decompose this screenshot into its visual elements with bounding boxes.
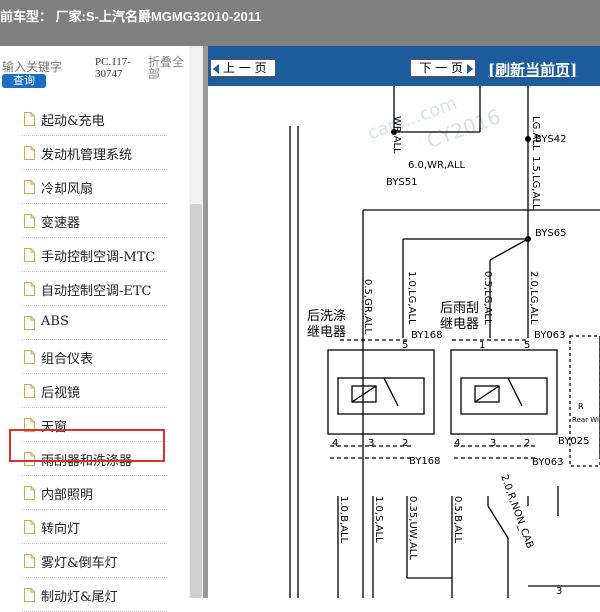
collapse-all-link[interactable]: 折叠全部	[148, 56, 192, 80]
tree-item[interactable]: 手动控制空调-MTC	[22, 238, 167, 272]
label-0-5-b: 0.5,B,ALL	[452, 496, 463, 544]
label-pin-3c: 3	[556, 586, 562, 597]
label-1-0-s: 1.0,S,ALL	[373, 496, 384, 543]
tree-scrollbar[interactable]	[189, 46, 203, 598]
label-pin-2a: 2	[402, 438, 408, 449]
tree-item[interactable]: 后视镜	[22, 374, 167, 408]
tree-item-label: 组合仪表	[41, 352, 94, 367]
tree-item-label: 起动&充电	[41, 114, 105, 129]
tree-item[interactable]: 制动灯&尾灯	[22, 578, 167, 612]
label-by025: BY025	[558, 436, 590, 447]
tree-item[interactable]: 发动机管理系统	[22, 136, 167, 170]
label-1-0-lg: 1.0,LG,ALL	[406, 271, 417, 325]
diagram-labels: WR.ALL 6.0,WR,ALL BYS51 LG.ALL BYS42 1.5…	[307, 116, 600, 597]
tree-item[interactable]: 组合仪表	[22, 340, 167, 374]
label-rear-washer-relay-1: 后洗涤	[307, 309, 346, 324]
label-wr-all: WR.ALL	[391, 116, 402, 154]
label-by168-bottom: BY168	[409, 456, 441, 467]
vehicle-title: 前车型： 厂家:S-上汽名爵MGMG32010-2011	[0, 9, 262, 24]
tree-item[interactable]: 自动控制空调-ETC	[22, 272, 167, 306]
label-6-0-wr: 6.0,WR,ALL	[408, 160, 466, 171]
prev-page-label: 上 一 页	[223, 61, 267, 75]
label-by063-bottom: BY063	[532, 457, 564, 468]
label-2-0-lg: 2.0,LG,ALL	[528, 271, 539, 325]
tree-item[interactable]: 变速器	[22, 204, 167, 238]
document-icon	[24, 554, 35, 568]
label-pin-3b: 3	[490, 438, 496, 449]
tree-item-label: 内部照明	[41, 488, 94, 503]
label-0-5-gr: 0.5,GR,ALL	[362, 279, 373, 334]
tree-item-label: 转向灯	[41, 522, 81, 537]
document-icon	[24, 112, 35, 126]
pc-code: PC.117- 30747	[95, 56, 131, 80]
document-icon	[24, 146, 35, 160]
label-rear-wiper: Rear Wip	[572, 416, 600, 424]
tree-item[interactable]: 内部照明	[22, 476, 167, 510]
label-bys42: BYS42	[535, 134, 567, 145]
tree-item-label: 雾灯&倒车灯	[41, 556, 118, 571]
document-icon	[24, 180, 35, 194]
prev-page-button[interactable]: 上 一 页	[210, 59, 276, 77]
label-rear-washer-relay-2: 继电器	[307, 325, 346, 340]
document-icon	[24, 588, 35, 602]
document-icon	[24, 214, 35, 228]
label-by063-top: BY063	[534, 330, 566, 341]
diagram-panel: 上 一 页 下 一 页 [刷新当前页] cars...com CY2016 WR…	[208, 46, 600, 598]
label-pin-3a: 3	[368, 438, 374, 449]
label-0-5-lg: 0.5,LG,ALL	[482, 271, 493, 325]
document-icon	[24, 350, 35, 364]
tree-item[interactable]: ABS	[22, 306, 167, 340]
tree-item-label: ABS	[41, 314, 69, 329]
pc-code-line1: PC.117-	[95, 56, 131, 68]
tree-item-label: 冷却风扇	[41, 182, 94, 197]
selected-item-highlight	[9, 429, 165, 462]
tree-item-label: 发动机管理系统	[41, 148, 133, 163]
tree-item[interactable]: 冷却风扇	[22, 170, 167, 204]
left-panel: 查询 PC.117- 30747 折叠全部 起动&充电发动机管理系统冷却风扇变速…	[0, 46, 203, 612]
label-0-35-uw: 0.35,UW,ALL	[407, 496, 418, 560]
refresh-page-link[interactable]: [刷新当前页]	[488, 59, 577, 80]
label-rear-wiper-relay-1: 后雨刮	[440, 301, 479, 316]
tree-item[interactable]: 雾灯&倒车灯	[22, 544, 167, 578]
search-button[interactable]: 查询	[2, 74, 46, 88]
tree-item-label: 制动灯&尾灯	[41, 590, 118, 605]
document-icon	[24, 486, 35, 500]
label-r: R	[578, 402, 584, 411]
document-icon	[24, 282, 35, 296]
tree-item[interactable]: 起动&充电	[22, 102, 167, 136]
right-arrow-icon	[467, 63, 473, 74]
label-rear-wiper-relay-2: 继电器	[440, 317, 479, 332]
label-1-0-b: 1.0,B,ALL	[338, 496, 349, 544]
label-pin-1: 1	[479, 340, 485, 351]
label-pin-4a: 4	[332, 438, 338, 449]
label-pin-5a: 5	[402, 340, 408, 351]
label-bys65: BYS65	[535, 228, 567, 239]
left-arrow-icon	[213, 63, 219, 74]
label-by168-top: BY168	[411, 330, 443, 341]
label-pin-4b: 4	[454, 438, 460, 449]
tree-item[interactable]: 转向灯	[22, 510, 167, 544]
tree-item-label: 自动控制空调-ETC	[41, 284, 152, 299]
search-row: 查询 PC.117- 30747 折叠全部	[0, 46, 203, 96]
next-page-button[interactable]: 下 一 页	[410, 59, 476, 77]
wiring-diagram: cars...com CY2016 WR.ALL 6.0,WR,ALL BYS5…	[289, 86, 600, 598]
scrollbar-thumb[interactable]	[190, 204, 202, 598]
document-icon	[24, 248, 35, 262]
page-nav-bar: 上 一 页 下 一 页 [刷新当前页]	[208, 46, 600, 86]
label-bys51: BYS51	[386, 177, 418, 188]
tree-item-label: 手动控制空调-MTC	[41, 250, 156, 265]
document-icon	[24, 520, 35, 534]
label-2-0-r-non-cab: 2.0,R,NON_CAB	[498, 473, 535, 550]
tree-item-label: 后视镜	[41, 386, 81, 401]
label-pin-5b: 5	[524, 340, 530, 351]
document-icon	[24, 384, 35, 398]
pc-code-line2: 30747	[95, 68, 123, 80]
tree-item-label: 变速器	[41, 216, 81, 231]
title-bar: 前车型： 厂家:S-上汽名爵MGMG32010-2011	[0, 0, 600, 46]
next-page-label: 下 一 页	[419, 61, 463, 75]
document-icon	[24, 316, 35, 330]
label-1-5-lg: 1.5,LG,ALL	[530, 156, 541, 210]
label-pin-2b: 2	[524, 438, 530, 449]
